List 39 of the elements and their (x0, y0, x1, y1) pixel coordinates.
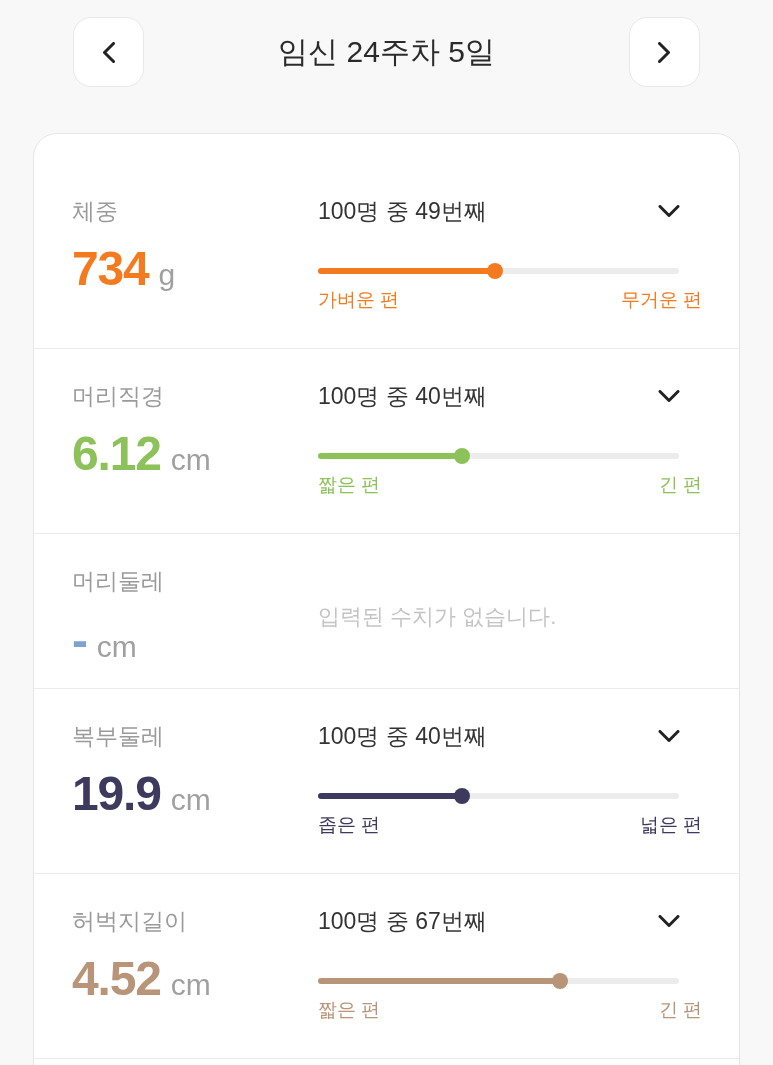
expand-button[interactable] (658, 730, 680, 742)
scale-high-label: 긴 편 (658, 998, 702, 1022)
measurement-label: 복부둘레 (72, 722, 164, 751)
rank-text: 100명 중 40번째 (318, 722, 487, 751)
page-title: 임신 24주차 5일 (278, 34, 495, 70)
expand-button[interactable] (658, 390, 680, 402)
chevron-down-icon (658, 390, 680, 402)
expand-button[interactable] (658, 205, 680, 217)
measurement-label: 머리직경 (72, 382, 164, 411)
no-data-message: 입력된 수치가 없습니다. (318, 603, 557, 631)
scale-low-label: 가벼운 편 (318, 288, 400, 312)
measurement-value: 734 (72, 241, 149, 297)
unit-label: cm (170, 967, 211, 1003)
measurement-label: 허벅지길이 (72, 907, 187, 936)
chevron-down-icon (658, 915, 680, 927)
measurement-value: 6.12 (72, 426, 161, 482)
scale-high-label: 긴 편 (658, 473, 702, 497)
measurement-value: - (72, 613, 87, 669)
measurement-value: 4.52 (72, 951, 161, 1007)
chevron-right-icon (658, 41, 671, 63)
expand-button[interactable] (658, 915, 680, 927)
scale-high-label: 넓은 편 (639, 813, 702, 837)
scale-low-label: 좁은 편 (318, 813, 381, 837)
rank-text: 100명 중 49번째 (318, 197, 487, 226)
scale-low-label: 짧은 편 (318, 473, 381, 497)
measurement-label: 머리둘레 (72, 567, 164, 596)
rank-text: 100명 중 40번째 (318, 382, 487, 411)
unit-label: cm (170, 782, 211, 818)
unit-label: cm (170, 442, 211, 478)
measurement-value: 19.9 (72, 766, 161, 822)
rank-text: 100명 중 67번째 (318, 907, 487, 936)
measurement-label: 체중 (72, 197, 118, 226)
chevron-left-icon (102, 41, 115, 63)
chevron-down-icon (658, 730, 680, 742)
unit-label: cm (96, 629, 137, 665)
scale-high-label: 무거운 편 (620, 288, 702, 312)
chevron-down-icon (658, 205, 680, 217)
unit-label: g (158, 257, 176, 293)
scale-low-label: 짧은 편 (318, 998, 381, 1022)
